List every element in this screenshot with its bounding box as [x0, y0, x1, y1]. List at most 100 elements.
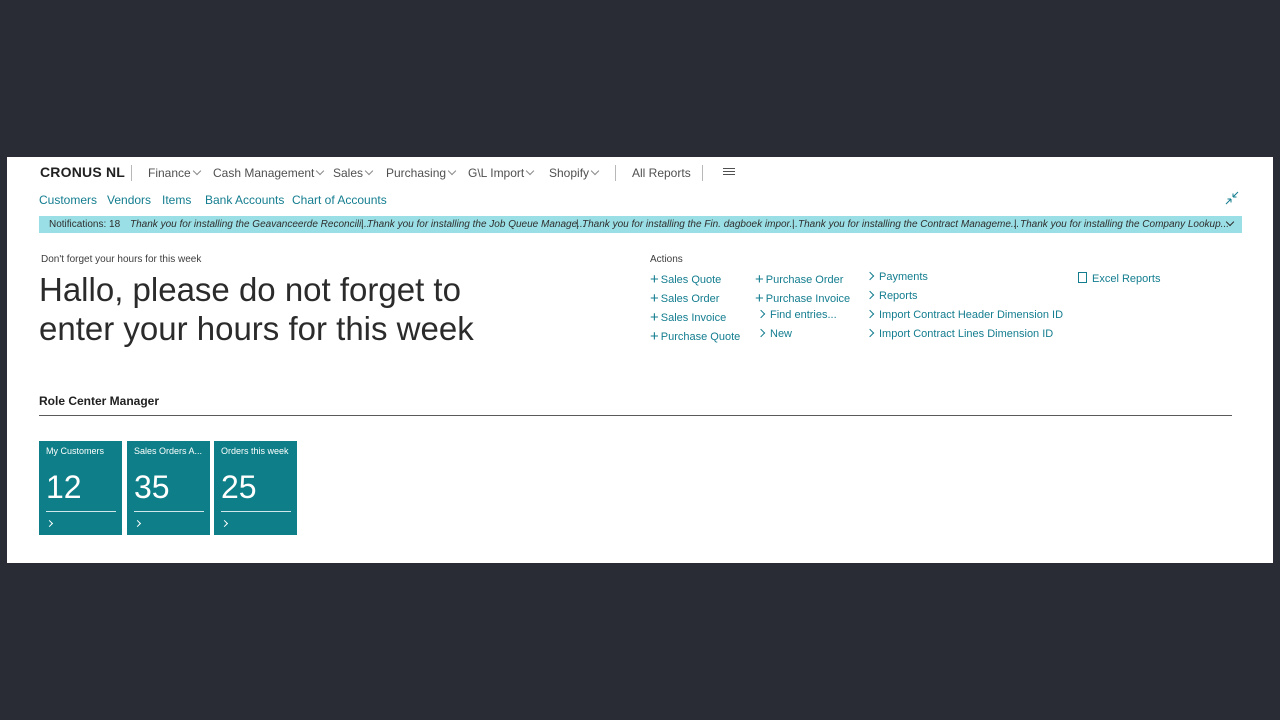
- link-bank-accounts[interactable]: Bank Accounts: [205, 193, 284, 207]
- action-label: Sales Order: [660, 293, 720, 305]
- action-label: Import Contract Header Dimension ID: [879, 309, 1064, 321]
- nav-separator: [131, 165, 132, 181]
- action-excel-reports[interactable]: Excel Reports: [1078, 271, 1160, 285]
- chevron-right-icon: [756, 328, 766, 338]
- plus-icon: +: [650, 309, 659, 326]
- chevron-right-icon: [865, 290, 875, 300]
- action-label: Purchase Order: [765, 274, 844, 286]
- menu-label: Purchasing: [386, 166, 447, 180]
- role-center-panel: CRONUS NL Finance Cash Management Sales …: [7, 157, 1273, 563]
- notification-message[interactable]: Thank you for installing the Job Queue M…: [367, 219, 585, 230]
- action-reports[interactable]: Reports: [865, 290, 918, 302]
- tile-orders-this-week[interactable]: Orders this week 25: [214, 441, 297, 535]
- tile-label: My Customers: [46, 446, 105, 456]
- notification-count[interactable]: Notifications: 18: [49, 219, 120, 230]
- menu-all-reports[interactable]: All Reports: [632, 166, 691, 180]
- tile-value: 35: [134, 469, 170, 505]
- chevron-right-icon: [133, 519, 142, 528]
- tile-label: Orders this week: [221, 446, 289, 456]
- action-label: Purchase Quote: [660, 331, 741, 343]
- notification-message[interactable]: Thank you for installing the Fin. dagboe…: [582, 219, 798, 230]
- link-customers[interactable]: Customers: [39, 193, 97, 207]
- section-divider: [39, 415, 1232, 416]
- document-icon: [1078, 272, 1087, 283]
- notification-message[interactable]: Thank you for installing the Geavanceerd…: [130, 219, 370, 230]
- hamburger-menu-icon[interactable]: [723, 168, 735, 177]
- menu-sales[interactable]: Sales: [333, 166, 374, 180]
- chevron-right-icon: [220, 519, 229, 528]
- chevron-right-icon: [756, 309, 766, 319]
- chevron-down-icon: [364, 166, 374, 176]
- menu-label: Cash Management: [213, 166, 315, 180]
- action-label: Excel Reports: [1092, 273, 1161, 285]
- tile-sales-orders[interactable]: Sales Orders A... 35: [127, 441, 210, 535]
- nav-separator: [615, 165, 616, 181]
- action-find-entries[interactable]: Find entries...: [756, 309, 837, 321]
- menu-finance[interactable]: Finance: [148, 166, 201, 180]
- notification-separator: |: [1014, 219, 1017, 230]
- notification-separator: |: [792, 219, 795, 230]
- link-items[interactable]: Items: [162, 193, 191, 207]
- menu-label: G\L Import: [468, 166, 525, 180]
- menu-shopify[interactable]: Shopify: [549, 166, 600, 180]
- action-payments[interactable]: Payments: [865, 271, 928, 283]
- chevron-right-icon: [865, 271, 875, 281]
- tile-divider: [134, 511, 204, 512]
- tile-divider: [46, 511, 116, 512]
- chevron-right-icon: [45, 519, 54, 528]
- action-purchase-invoice[interactable]: + Purchase Invoice: [755, 289, 851, 307]
- actions-title: Actions: [650, 254, 683, 265]
- action-label: Purchase Invoice: [765, 293, 851, 305]
- notification-separator: |: [361, 219, 364, 230]
- chevron-down-icon: [316, 166, 325, 176]
- action-new[interactable]: New: [756, 328, 793, 340]
- menu-label: Sales: [333, 166, 364, 180]
- action-label: Find entries...: [770, 309, 837, 321]
- link-chart-of-accounts[interactable]: Chart of Accounts: [292, 193, 387, 207]
- action-label: Payments: [879, 271, 928, 283]
- action-sales-invoice[interactable]: + Sales Invoice: [650, 308, 727, 326]
- link-vendors[interactable]: Vendors: [107, 193, 151, 207]
- menu-label: Finance: [148, 166, 191, 180]
- action-label: Sales Invoice: [660, 312, 727, 324]
- chevron-right-icon: [865, 309, 875, 319]
- chevron-down-icon: [590, 166, 600, 176]
- headline-caption: Don't forget your hours for this week: [41, 254, 202, 265]
- section-title: Role Center Manager: [39, 394, 160, 408]
- menu-purchasing[interactable]: Purchasing: [386, 166, 457, 180]
- tile-value: 25: [221, 469, 257, 505]
- action-label: New: [770, 328, 793, 340]
- chevron-down-icon: [526, 166, 535, 176]
- action-import-contract-header-dimension-id[interactable]: Import Contract Header Dimension ID: [865, 309, 1064, 321]
- action-label: Reports: [879, 290, 918, 302]
- tile-value: 12: [46, 469, 82, 505]
- action-sales-quote[interactable]: + Sales Quote: [650, 270, 722, 288]
- action-label: Import Contract Lines Dimension ID: [879, 328, 1054, 340]
- tile-divider: [221, 511, 291, 512]
- tile-my-customers[interactable]: My Customers 12: [39, 441, 122, 535]
- menu-cash-management[interactable]: Cash Management: [213, 166, 325, 180]
- action-sales-order[interactable]: + Sales Order: [650, 289, 720, 307]
- action-label: Sales Quote: [660, 274, 722, 286]
- plus-icon: +: [755, 271, 764, 288]
- plus-icon: +: [755, 290, 764, 307]
- plus-icon: +: [650, 328, 659, 345]
- chevron-down-icon: [192, 166, 201, 176]
- company-name[interactable]: CRONUS NL: [40, 164, 125, 180]
- chevron-down-icon: [447, 166, 457, 176]
- action-purchase-order[interactable]: + Purchase Order: [755, 270, 844, 288]
- menu-gl-import[interactable]: G\L Import: [468, 166, 535, 180]
- nav-separator: [702, 165, 703, 181]
- notification-separator: |: [576, 219, 579, 230]
- notification-bar: Notifications: 18 Thank you for installi…: [39, 216, 1242, 233]
- action-purchase-quote[interactable]: + Purchase Quote: [650, 327, 741, 345]
- headline-text: Hallo, please do not forget to enter you…: [39, 271, 474, 347]
- tile-label: Sales Orders A...: [134, 446, 203, 456]
- notification-message[interactable]: Thank you for installing the Company Loo…: [1020, 219, 1229, 230]
- notification-message[interactable]: Thank you for installing the Contract Ma…: [798, 219, 1019, 230]
- collapse-icon[interactable]: [1225, 191, 1239, 205]
- plus-icon: +: [650, 290, 659, 307]
- menu-label: Shopify: [549, 166, 590, 180]
- chevron-right-icon: [865, 328, 875, 338]
- action-import-contract-lines-dimension-id[interactable]: Import Contract Lines Dimension ID: [865, 328, 1054, 340]
